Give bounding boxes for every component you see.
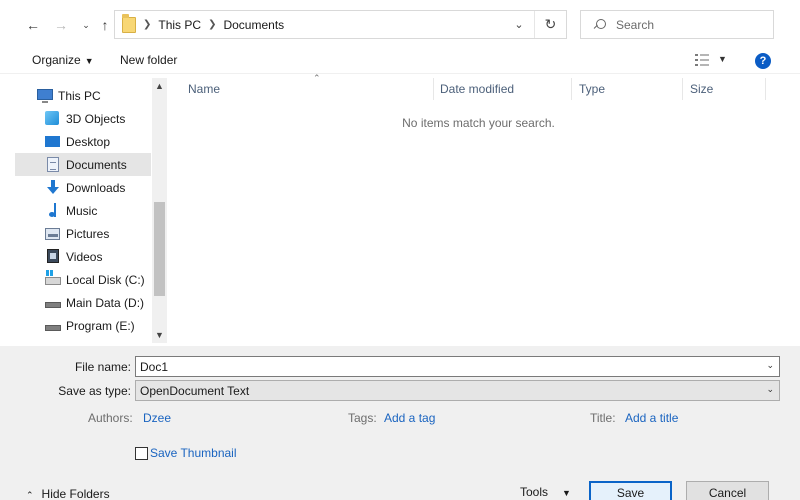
hide-folders-label: Hide Folders <box>41 487 110 500</box>
column-header-date-modified[interactable]: Date modified <box>432 78 572 100</box>
breadcrumb-this-pc[interactable]: This PC <box>158 18 201 32</box>
sidebar-item-label: Main Data (D:) <box>66 295 145 310</box>
column-header-name[interactable]: Name ⌃ <box>180 73 434 100</box>
local-disk-icon <box>45 270 61 285</box>
cancel-button[interactable]: Cancel <box>686 481 769 500</box>
address-bar: ← → ⌄ ↑ ❯ This PC ❯ Documents ⌄ ↻ <box>0 0 800 48</box>
back-arrow-icon[interactable]: ← <box>22 14 44 36</box>
scroll-down-icon[interactable]: ▼ <box>152 328 167 343</box>
authors-field[interactable]: Dzee <box>143 411 171 425</box>
breadcrumb-chevron-icon[interactable]: ❯ <box>143 19 151 30</box>
column-header-size[interactable]: Size <box>682 78 766 100</box>
music-icon <box>49 203 65 218</box>
chevron-up-icon: ⌃ <box>26 490 34 500</box>
sidebar-item-music[interactable]: Music <box>15 199 151 222</box>
search-box[interactable] <box>580 10 774 39</box>
documents-icon <box>47 157 59 172</box>
view-dropdown-icon[interactable]: ▼ <box>718 54 727 64</box>
column-header-label: Name <box>188 82 221 96</box>
computer-icon <box>37 89 53 103</box>
sidebar-item-local-disk-c[interactable]: Local Disk (C:) <box>15 268 151 291</box>
tools-button[interactable]: Tools ▼ <box>520 485 571 499</box>
drive-icon <box>45 325 61 331</box>
forward-arrow-icon[interactable]: → <box>50 14 72 36</box>
sidebar-item-program-e[interactable]: Program (E:) <box>15 314 151 337</box>
breadcrumb-chevron-icon[interactable]: ❯ <box>208 19 216 30</box>
sidebar-item-3d-objects[interactable]: 3D Objects <box>15 107 151 130</box>
search-icon <box>594 18 606 31</box>
file-list: Name ⌃ Date modified Type Size No items … <box>170 73 800 343</box>
sort-ascending-icon: ⌃ <box>313 73 321 83</box>
save-as-type-select[interactable]: OpenDocument Text ⌄ <box>135 380 780 401</box>
pictures-icon <box>45 228 60 240</box>
folder-icon <box>122 13 136 33</box>
file-name-value: Doc1 <box>140 359 169 374</box>
chevron-down-icon: ▼ <box>84 56 94 66</box>
sidebar-item-label: Downloads <box>66 180 126 195</box>
title-field[interactable]: Add a title <box>625 411 678 425</box>
address-dropdown-icon[interactable]: ⌄ <box>512 18 526 32</box>
sidebar-item-label: Videos <box>66 249 103 264</box>
save-button[interactable]: Save <box>589 481 672 500</box>
3d-objects-icon <box>45 111 59 125</box>
refresh-icon[interactable]: ↻ <box>534 11 566 38</box>
sidebar-item-desktop[interactable]: Desktop <box>15 130 151 153</box>
save-thumbnail-label[interactable]: Save Thumbnail <box>150 446 237 460</box>
navigation-pane: This PC 3D Objects Desktop Documents Dow… <box>15 78 167 343</box>
save-as-type-value: OpenDocument Text <box>140 383 250 398</box>
sidebar-item-main-data-d[interactable]: Main Data (D:) <box>15 291 151 314</box>
chevron-down-icon[interactable]: ⌄ <box>766 360 774 371</box>
scrollbar-thumb[interactable] <box>154 202 165 296</box>
sidebar-item-label: Pictures <box>66 226 110 241</box>
navigation-scrollbar[interactable]: ▲ ▼ <box>152 78 167 343</box>
scroll-up-icon[interactable]: ▲ <box>152 79 167 94</box>
sidebar-item-label: Desktop <box>66 134 111 149</box>
tags-label: Tags: <box>348 411 377 425</box>
authors-label: Authors: <box>88 411 133 425</box>
column-header-label: Size <box>690 82 714 96</box>
address-box[interactable]: ❯ This PC ❯ Documents ⌄ ↻ <box>114 10 567 39</box>
column-header-label: Type <box>579 82 606 96</box>
hide-folders-button[interactable]: ⌃ Hide Folders <box>26 487 110 500</box>
drive-icon <box>45 302 61 308</box>
organize-button[interactable]: Organize ▼ <box>32 53 94 67</box>
file-name-label: File name: <box>74 360 131 374</box>
search-input[interactable] <box>616 17 766 32</box>
save-thumbnail-checkbox[interactable] <box>135 447 148 460</box>
file-name-field[interactable]: Doc1 ⌄ <box>135 356 780 377</box>
chevron-down-icon[interactable]: ⌄ <box>766 384 774 395</box>
save-as-type-label: Save as type: <box>58 384 131 398</box>
sidebar-item-videos[interactable]: Videos <box>15 245 151 268</box>
help-icon[interactable]: ? <box>755 53 771 69</box>
sidebar-item-label: Program (E:) <box>66 318 135 333</box>
sidebar-item-this-pc[interactable]: This PC <box>15 84 151 107</box>
sidebar-item-label: Local Disk (C:) <box>66 272 145 287</box>
sidebar-item-label: This PC <box>58 88 101 103</box>
new-folder-button[interactable]: New folder <box>120 53 177 67</box>
breadcrumb-documents[interactable]: Documents <box>223 18 284 32</box>
view-options-icon[interactable] <box>695 54 709 66</box>
command-bar: Organize ▼ New folder ▼ ? <box>0 48 800 74</box>
title-label: Title: <box>590 411 616 425</box>
downloads-icon <box>47 180 59 195</box>
sidebar-item-downloads[interactable]: Downloads <box>15 176 151 199</box>
sidebar-item-documents[interactable]: Documents <box>15 153 151 176</box>
chevron-down-icon: ▼ <box>562 488 571 498</box>
sidebar-item-pictures[interactable]: Pictures <box>15 222 151 245</box>
desktop-icon <box>45 136 60 147</box>
sidebar-item-label: 3D Objects <box>66 111 126 126</box>
column-header-type[interactable]: Type <box>571 78 683 100</box>
tools-label: Tools <box>520 485 549 499</box>
up-arrow-icon[interactable]: ↑ <box>94 14 116 36</box>
tags-field[interactable]: Add a tag <box>384 411 435 425</box>
sidebar-item-label: Music <box>66 203 98 218</box>
empty-message: No items match your search. <box>402 116 555 130</box>
sidebar-item-label: Documents <box>66 157 127 172</box>
videos-icon <box>47 249 59 263</box>
organize-label: Organize <box>32 53 81 67</box>
column-header-label: Date modified <box>440 82 515 96</box>
